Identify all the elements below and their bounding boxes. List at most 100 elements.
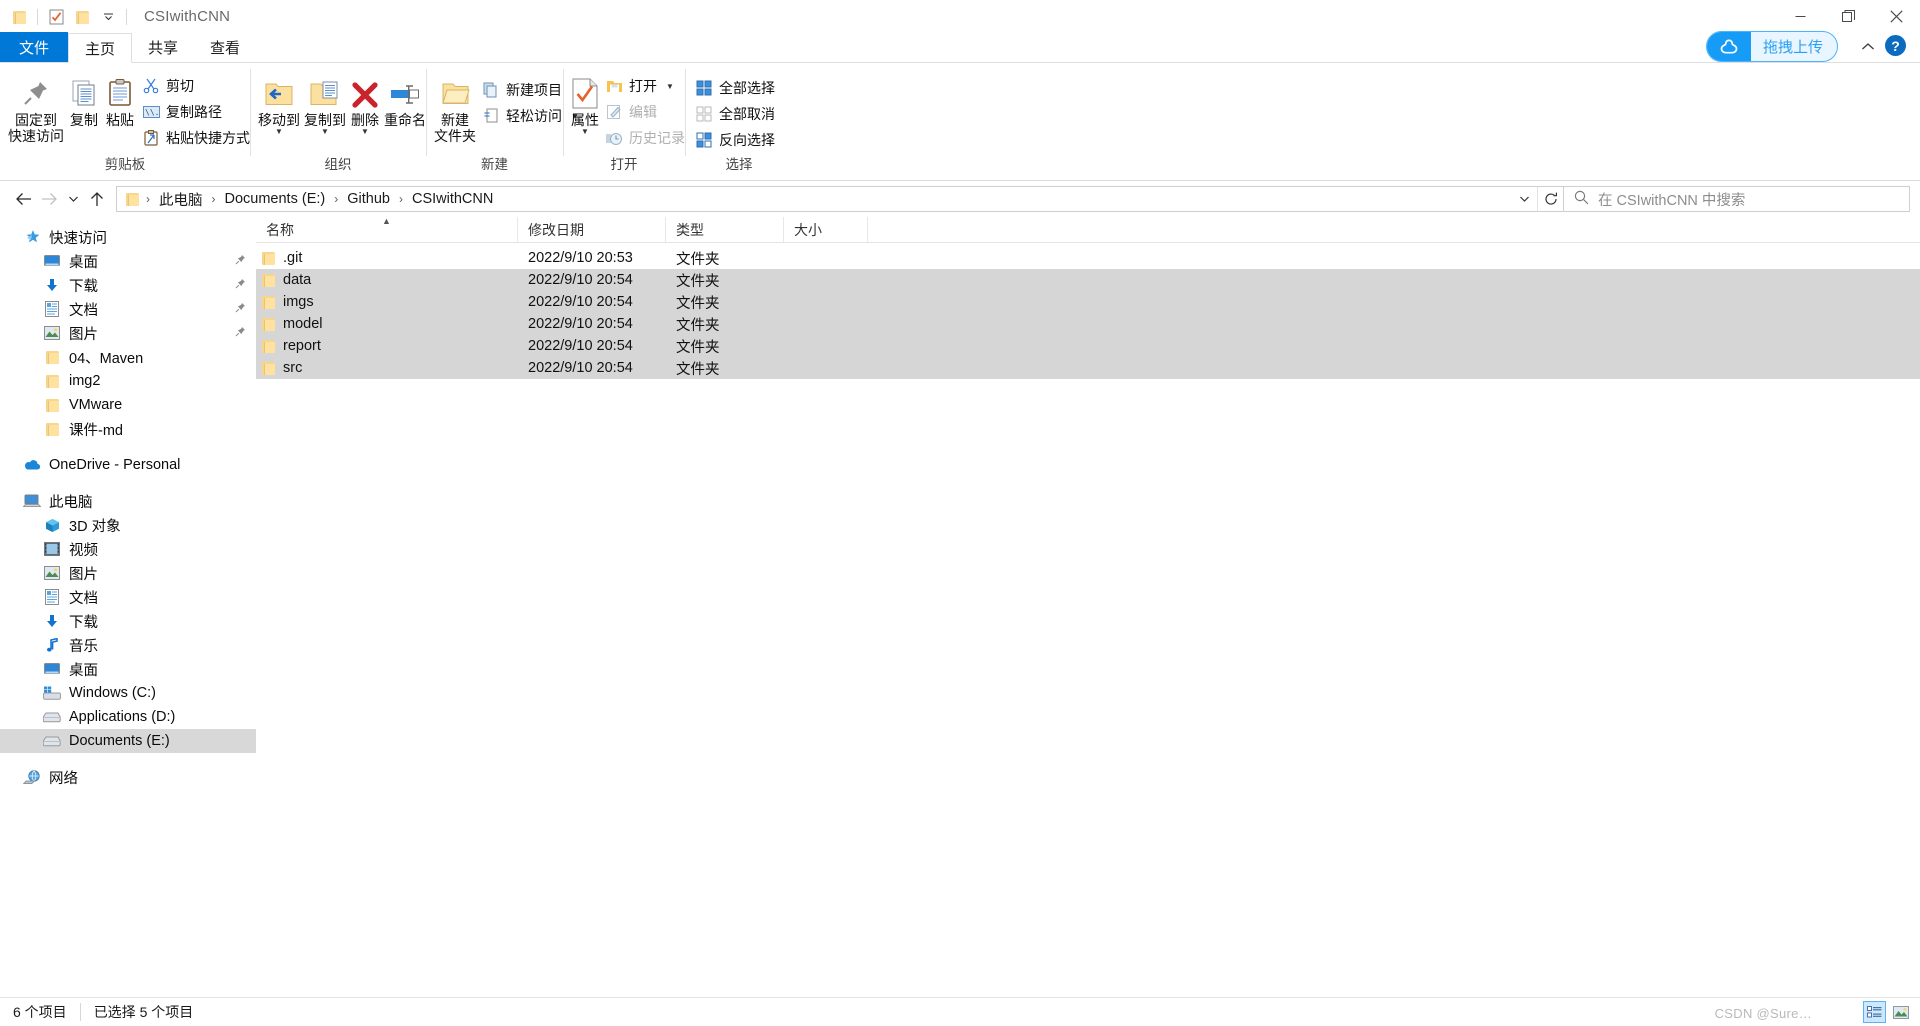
table-row[interactable]: .git 2022/9/10 20:53 文件夹	[256, 247, 1920, 269]
open-button[interactable]: 打开 ▼	[601, 73, 691, 99]
sidebar-item-onedrive[interactable]: OneDrive - Personal	[0, 453, 256, 477]
copy-path-button[interactable]: \\.. 复制路径	[138, 99, 256, 125]
rename-button[interactable]: 重命名	[382, 69, 428, 128]
ribbon-group-label-new: 新建	[481, 157, 508, 172]
clipboard-small-buttons: 剪切 \\.. 复制路径 粘贴快捷方式	[138, 69, 256, 151]
search-input[interactable]: 在 CSIwithCNN 中搜索	[1598, 189, 1745, 210]
history-clock-icon	[605, 129, 623, 147]
sidebar-item-desktop-pc[interactable]: 桌面	[0, 657, 256, 681]
chevron-down-icon[interactable]: ▼	[321, 128, 329, 136]
select-none-button[interactable]: 全部取消	[691, 101, 781, 127]
pin-icon[interactable]	[235, 302, 246, 316]
details-view-icon[interactable]	[1863, 1001, 1886, 1023]
breadcrumb-item-documents-e[interactable]: Documents (E:)	[221, 188, 330, 210]
copy-button[interactable]: 复制	[66, 69, 102, 128]
main-area: 快速访问 桌面 下载 文档 图片 04、Maven img2 VMware 课件…	[0, 216, 1920, 997]
recent-locations-button[interactable]	[62, 186, 84, 212]
chevron-up-icon[interactable]	[1861, 38, 1875, 54]
column-header-date[interactable]: 修改日期	[518, 217, 666, 242]
new-folder-icon[interactable]	[69, 4, 95, 30]
sidebar-item-documents-e[interactable]: Documents (E:)	[0, 729, 256, 753]
sidebar-item-this-pc[interactable]: 此电脑	[0, 489, 256, 513]
sidebar-item-vmware[interactable]: VMware	[0, 393, 256, 417]
edit-button[interactable]: 编辑	[601, 99, 691, 125]
sidebar-item-img2[interactable]: img2	[0, 369, 256, 393]
watermark: CSDN @Sure…	[1714, 1006, 1812, 1021]
sidebar-item-documents[interactable]: 文档	[0, 297, 256, 321]
copy-to-button[interactable]: 复制到 ▼	[302, 69, 348, 136]
delete-button[interactable]: 删除 ▼	[348, 69, 382, 136]
large-icons-view-icon[interactable]	[1889, 1001, 1912, 1023]
table-row[interactable]: model 2022/9/10 20:54 文件夹	[256, 313, 1920, 335]
search-box[interactable]: 在 CSIwithCNN 中搜索	[1564, 186, 1910, 212]
up-button[interactable]	[84, 186, 110, 212]
tab-view[interactable]: 查看	[194, 32, 256, 62]
folder-icon[interactable]	[6, 4, 32, 30]
sidebar-item-maven[interactable]: 04、Maven	[0, 345, 256, 369]
table-row[interactable]: data 2022/9/10 20:54 文件夹	[256, 269, 1920, 291]
move-to-button[interactable]: 移动到 ▼	[256, 69, 302, 136]
breadcrumb-separator: ›	[146, 192, 150, 206]
sidebar-item-downloads-pc[interactable]: 下载	[0, 609, 256, 633]
paste-button[interactable]: 粘贴	[102, 69, 138, 128]
file-type-cell: 文件夹	[676, 251, 720, 268]
maximize-button[interactable]	[1824, 0, 1872, 33]
chevron-down-icon[interactable]: ▼	[666, 82, 674, 91]
customize-caret-icon[interactable]	[95, 4, 121, 30]
select-all-button[interactable]: 全部选择	[691, 75, 781, 101]
sidebar-item-applications-d[interactable]: Applications (D:)	[0, 705, 256, 729]
sidebar-item-pictures-pc[interactable]: 图片	[0, 561, 256, 585]
address-dropdown-button[interactable]	[1511, 187, 1537, 211]
column-header-type[interactable]: 类型	[666, 217, 784, 242]
breadcrumb-item-github[interactable]: Github	[343, 188, 394, 210]
tab-file[interactable]: 文件	[0, 32, 69, 62]
sidebar-item-music[interactable]: 音乐	[0, 633, 256, 657]
table-row[interactable]: imgs 2022/9/10 20:54 文件夹	[256, 291, 1920, 313]
pin-icon[interactable]	[235, 326, 246, 340]
properties-check-icon[interactable]	[43, 4, 69, 30]
new-folder-button[interactable]: 新建 文件夹	[432, 69, 478, 144]
paste-shortcut-button[interactable]: 粘贴快捷方式	[138, 125, 256, 151]
address-bar[interactable]: › 此电脑 › Documents (E:) › Github › CSIwit…	[116, 186, 1564, 212]
sidebar-label: 视频	[69, 542, 98, 559]
chevron-down-icon[interactable]: ▼	[275, 128, 283, 136]
sidebar-label: 网络	[49, 770, 78, 787]
chevron-down-icon[interactable]: ▼	[581, 128, 589, 136]
music-note-icon	[42, 636, 62, 654]
minimize-button[interactable]	[1776, 0, 1824, 33]
pin-to-quick-access-button[interactable]: 固定到 快速访问	[6, 69, 66, 144]
refresh-button[interactable]	[1537, 187, 1563, 211]
forward-button[interactable]	[36, 186, 62, 212]
table-row[interactable]: src 2022/9/10 20:54 文件夹	[256, 357, 1920, 379]
sidebar-item-pictures[interactable]: 图片	[0, 321, 256, 345]
help-question-icon[interactable]: ?	[1885, 35, 1906, 56]
invert-selection-button[interactable]: 反向选择	[691, 127, 781, 153]
netdisk-upload-button[interactable]: 拖拽上传	[1705, 31, 1838, 62]
tab-share[interactable]: 共享	[132, 32, 194, 62]
chevron-down-icon[interactable]: ▼	[361, 128, 369, 136]
sidebar-item-windows-c[interactable]: Windows (C:)	[0, 681, 256, 705]
back-button[interactable]	[10, 186, 36, 212]
pin-icon[interactable]	[235, 254, 246, 268]
sidebar-item-documents-pc[interactable]: 文档	[0, 585, 256, 609]
column-header-size[interactable]: 大小	[784, 217, 868, 242]
sidebar-item-3d-objects[interactable]: 3D 对象	[0, 513, 256, 537]
sidebar-item-network[interactable]: 网络	[0, 765, 256, 789]
breadcrumb-item-this-pc[interactable]: 此电脑	[155, 188, 207, 210]
sidebar-item-videos[interactable]: 视频	[0, 537, 256, 561]
history-button[interactable]: 历史记录	[601, 125, 691, 151]
sidebar-item-quick-access[interactable]: 快速访问	[0, 225, 256, 249]
sidebar-item-downloads[interactable]: 下载	[0, 273, 256, 297]
sidebar-item-kejian-md[interactable]: 课件-md	[0, 417, 256, 441]
pin-icon[interactable]	[235, 278, 246, 292]
sidebar-label: 课件-md	[69, 422, 123, 439]
file-date-cell: 2022/9/10 20:54	[528, 316, 633, 332]
sidebar-item-desktop[interactable]: 桌面	[0, 249, 256, 273]
properties-button[interactable]: 属性 ▼	[569, 69, 601, 136]
breadcrumb-item-csiwithcnn[interactable]: CSIwithCNN	[408, 188, 497, 210]
cut-button[interactable]: 剪切	[138, 73, 256, 99]
close-button[interactable]	[1872, 0, 1920, 33]
tab-home[interactable]: 主页	[68, 33, 133, 63]
column-header-name[interactable]: ▲ 名称	[256, 216, 518, 242]
table-row[interactable]: report 2022/9/10 20:54 文件夹	[256, 335, 1920, 357]
